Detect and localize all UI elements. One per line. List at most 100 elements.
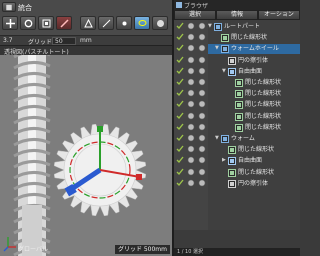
lock-toggle[interactable]	[198, 134, 206, 142]
expand-toggle-icon[interactable]: ▼	[215, 46, 220, 51]
tree-item[interactable]: 閉じた線形状	[208, 100, 300, 110]
dot-icon	[198, 101, 206, 108]
visibility-toggle[interactable]	[176, 179, 184, 187]
tree-item[interactable]: 閉じた線形状	[208, 168, 300, 178]
polygon-button[interactable]	[80, 16, 96, 30]
scene-render[interactable]	[0, 55, 172, 256]
lock-toggle[interactable]	[198, 168, 206, 176]
dot-icon	[187, 22, 195, 30]
dot-icon	[198, 112, 206, 119]
visibility-toggle[interactable]	[176, 145, 184, 153]
lock-toggle[interactable]	[187, 89, 195, 97]
lock-toggle[interactable]	[198, 78, 206, 86]
lock-toggle[interactable]	[198, 123, 206, 131]
lock-toggle[interactable]	[187, 156, 195, 164]
tree-item[interactable]: ▼ ウォームホイール	[208, 44, 300, 55]
lock-toggle[interactable]	[198, 145, 206, 153]
lock-toggle[interactable]	[198, 112, 206, 120]
visibility-toggle[interactable]	[176, 78, 184, 86]
tree-item-label: 閉じた線形状	[245, 112, 282, 120]
tab-options[interactable]: オーション	[258, 10, 300, 20]
visibility-toggle[interactable]	[176, 56, 184, 64]
lock-toggle[interactable]	[187, 134, 195, 142]
tree-item[interactable]: 閉じた線形状	[208, 145, 300, 155]
check-icon	[176, 100, 184, 108]
lock-toggle[interactable]	[187, 67, 195, 75]
lasso-button[interactable]	[134, 16, 150, 30]
lock-toggle[interactable]	[187, 145, 195, 153]
lock-toggle[interactable]	[187, 56, 195, 64]
visibility-toggle[interactable]	[176, 112, 184, 120]
expand-toggle-icon[interactable]: ▶	[222, 158, 227, 163]
browser-title: ブラウザ	[184, 3, 209, 10]
lock-toggle[interactable]	[187, 100, 195, 108]
expand-toggle-icon[interactable]: ▼	[208, 24, 213, 29]
visibility-toggle[interactable]	[176, 89, 184, 97]
lock-toggle[interactable]	[187, 112, 195, 120]
tree-item[interactable]: 閉じた線形状	[208, 78, 300, 88]
tree-item[interactable]: 閉じた線形状	[208, 123, 300, 133]
lock-toggle[interactable]	[187, 78, 195, 86]
shape-icon	[235, 123, 243, 132]
tree-item[interactable]: 閉じた線形状	[208, 33, 300, 43]
visibility-toggle[interactable]	[176, 156, 184, 164]
visibility-toggle[interactable]	[176, 168, 184, 176]
tree-item[interactable]: ▼ ウォーム	[208, 134, 300, 144]
lock-toggle[interactable]	[198, 44, 206, 52]
dot-icon	[187, 179, 195, 187]
visibility-toggle[interactable]	[176, 22, 184, 30]
visibility-toggle[interactable]	[176, 134, 184, 142]
lock-toggle[interactable]	[198, 100, 206, 108]
viewport-title-bar: 透視図(パスチルトート)	[0, 46, 172, 56]
tree-item[interactable]: 閉じた線形状	[208, 112, 300, 122]
visibility-toggle[interactable]	[176, 123, 184, 131]
dot-icon	[187, 123, 195, 131]
tree-item-label: ウォームホイール	[231, 45, 279, 53]
lock-toggle[interactable]	[187, 179, 195, 187]
rotate-tool-button[interactable]	[20, 16, 36, 30]
move-tool-button[interactable]	[2, 16, 18, 30]
mode-icon[interactable]	[2, 2, 16, 12]
tab-select[interactable]: 選択	[174, 10, 216, 20]
lock-toggle[interactable]	[198, 67, 206, 75]
visibility-toggle[interactable]	[176, 100, 184, 108]
vertex-button[interactable]	[116, 16, 132, 30]
lock-toggle[interactable]	[198, 22, 206, 30]
tree-item-label: ウォーム	[231, 135, 255, 142]
scale-tool-button[interactable]	[38, 16, 54, 30]
lock-toggle[interactable]	[198, 89, 206, 97]
lock-toggle[interactable]	[187, 22, 195, 30]
lock-toggle[interactable]	[198, 33, 206, 41]
tree-item[interactable]: ▼ 自由曲面	[208, 67, 300, 77]
visibility-toggle[interactable]	[176, 44, 184, 52]
tree-item[interactable]: 円の擦引体	[208, 56, 300, 66]
snap-button[interactable]	[56, 16, 72, 30]
lock-toggle[interactable]	[198, 156, 206, 164]
lock-toggle[interactable]	[187, 33, 195, 41]
dot-icon	[198, 56, 206, 63]
tree-item[interactable]: 円の擦引体	[208, 179, 300, 189]
move-icon	[6, 19, 15, 28]
tree-item[interactable]: 閉じた線形状	[208, 89, 300, 99]
lock-toggle[interactable]	[198, 179, 206, 187]
lock-toggle[interactable]	[198, 56, 206, 64]
lock-toggle[interactable]	[187, 123, 195, 131]
dot-icon	[198, 89, 206, 97]
browser-status: 1 / 10 選択	[174, 248, 300, 256]
visibility-toggle[interactable]	[176, 33, 184, 41]
tab-info[interactable]: 情報	[216, 10, 258, 20]
visibility-columns	[174, 20, 208, 230]
tree-item[interactable]: ▼ ルートパート	[208, 22, 300, 32]
tree-item[interactable]: ▶ 自由曲面	[208, 156, 300, 166]
expand-toggle-icon[interactable]: ▼	[215, 136, 220, 141]
check-icon	[176, 134, 184, 142]
visibility-toggle[interactable]	[176, 67, 184, 75]
sphere-button[interactable]	[152, 16, 168, 30]
grid-readout: グリッド 500mm	[114, 245, 170, 254]
lock-toggle[interactable]	[187, 168, 195, 176]
edge-button[interactable]	[98, 16, 114, 30]
grid-field[interactable]: 50	[52, 37, 76, 45]
expand-toggle-icon[interactable]: ▼	[222, 68, 227, 74]
3d-viewport[interactable]: 透視図(パスチルトート) グローバル グリッド 500mm	[0, 46, 172, 256]
lock-toggle[interactable]	[187, 44, 195, 52]
